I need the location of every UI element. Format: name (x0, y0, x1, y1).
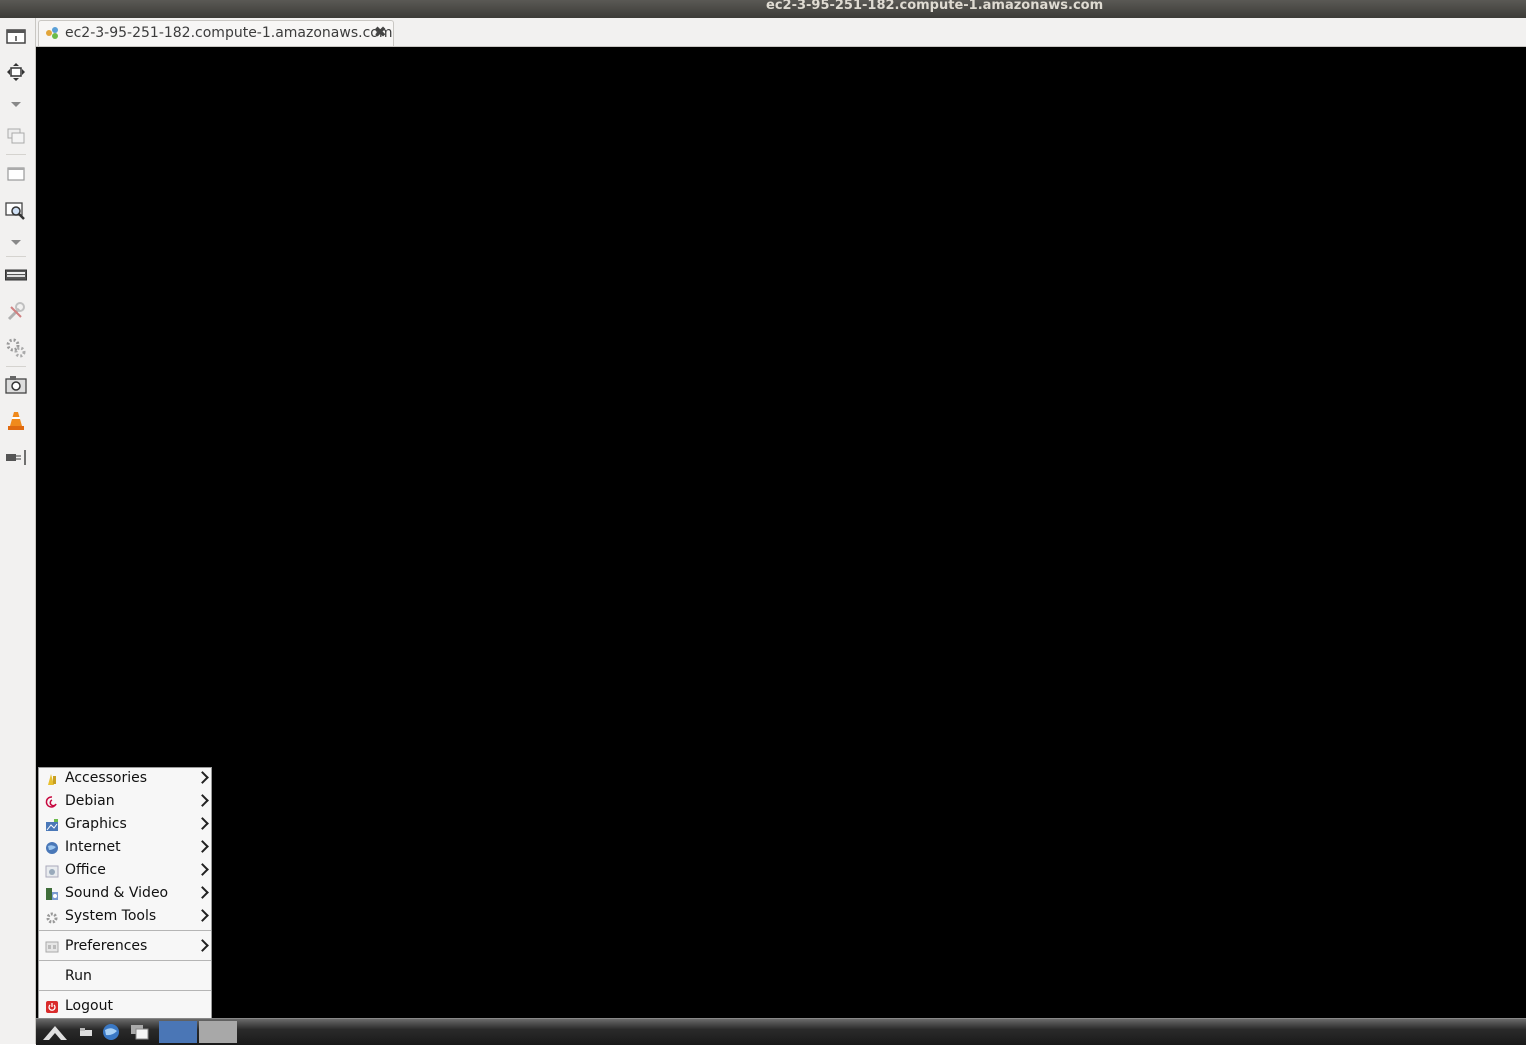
menu-item-preferences[interactable]: Preferences (39, 936, 211, 959)
dropdown-icon[interactable] (11, 102, 21, 107)
chevron-right-icon (196, 840, 209, 853)
chevron-right-icon (196, 863, 209, 876)
window-icon[interactable] (4, 24, 28, 48)
start-menu-button[interactable] (40, 1021, 70, 1043)
menu-item-run[interactable]: Run (39, 966, 211, 989)
chevron-right-icon (196, 771, 209, 784)
system-tools-icon (45, 910, 59, 924)
window-titlebar: ec2-3-95-251-182.compute-1.amazonaws.com (0, 0, 1526, 18)
menu-item-logout[interactable]: Logout (39, 996, 211, 1019)
graphics-icon (45, 818, 59, 832)
disconnect-icon[interactable] (4, 445, 28, 469)
zoom-icon[interactable] (4, 199, 28, 223)
tools-icon[interactable] (4, 300, 28, 324)
screenshot-icon[interactable] (4, 373, 28, 397)
chevron-right-icon (196, 939, 209, 952)
vlc-icon[interactable] (4, 409, 28, 433)
window-title: ec2-3-95-251-182.compute-1.amazonaws.com (766, 0, 1104, 13)
multi-window-icon[interactable] (4, 124, 28, 148)
chevron-right-icon (196, 794, 209, 807)
browser-icon[interactable] (99, 1021, 123, 1043)
logout-icon (45, 1000, 59, 1014)
sound-video-icon (45, 887, 59, 901)
tab-remote-host[interactable]: ec2-3-95-251-182.compute-1.amazonaws.com… (38, 20, 394, 46)
debian-icon (45, 795, 59, 809)
chevron-right-icon (196, 817, 209, 830)
menu-separator (39, 990, 211, 991)
dropdown-icon[interactable] (11, 240, 21, 245)
internet-icon (45, 841, 59, 855)
start-menu: Accessories Debian Graphics Internet Off… (38, 767, 212, 1019)
office-icon (45, 864, 59, 878)
remote-desktop[interactable]: Accessories Debian Graphics Internet Off… (36, 47, 1526, 1045)
menu-item-office[interactable]: Office (39, 860, 211, 883)
close-icon[interactable]: ✖ (374, 23, 387, 41)
remote-connection-icon (45, 26, 59, 40)
fullscreen-icon[interactable] (4, 60, 28, 84)
preferences-icon (45, 940, 59, 954)
menu-separator (39, 930, 211, 931)
menu-item-internet[interactable]: Internet (39, 837, 211, 860)
menu-separator (39, 960, 211, 961)
keyboard-icon[interactable] (4, 263, 28, 287)
taskbar (36, 1018, 1526, 1045)
menu-item-debian[interactable]: Debian (39, 791, 211, 814)
menu-item-graphics[interactable]: Graphics (39, 814, 211, 837)
tab-label: ec2-3-95-251-182.compute-1.amazonaws.com (65, 25, 393, 41)
chevron-right-icon (196, 909, 209, 922)
menu-item-accessories[interactable]: Accessories (39, 768, 211, 791)
minimize-window-icon[interactable] (4, 162, 28, 186)
tab-bar: ec2-3-95-251-182.compute-1.amazonaws.com… (36, 18, 1526, 47)
chevron-right-icon (196, 886, 209, 899)
desktop-switch-icon[interactable] (128, 1021, 152, 1043)
left-toolbar (0, 18, 36, 1044)
preferences-icon[interactable] (4, 336, 28, 360)
file-manager-icon[interactable] (74, 1021, 98, 1043)
menu-item-sound-video[interactable]: Sound & Video (39, 883, 211, 906)
taskbar-window-active[interactable] (159, 1021, 197, 1043)
accessories-icon (45, 772, 59, 786)
taskbar-window[interactable] (199, 1021, 237, 1043)
menu-item-system-tools[interactable]: System Tools (39, 906, 211, 929)
